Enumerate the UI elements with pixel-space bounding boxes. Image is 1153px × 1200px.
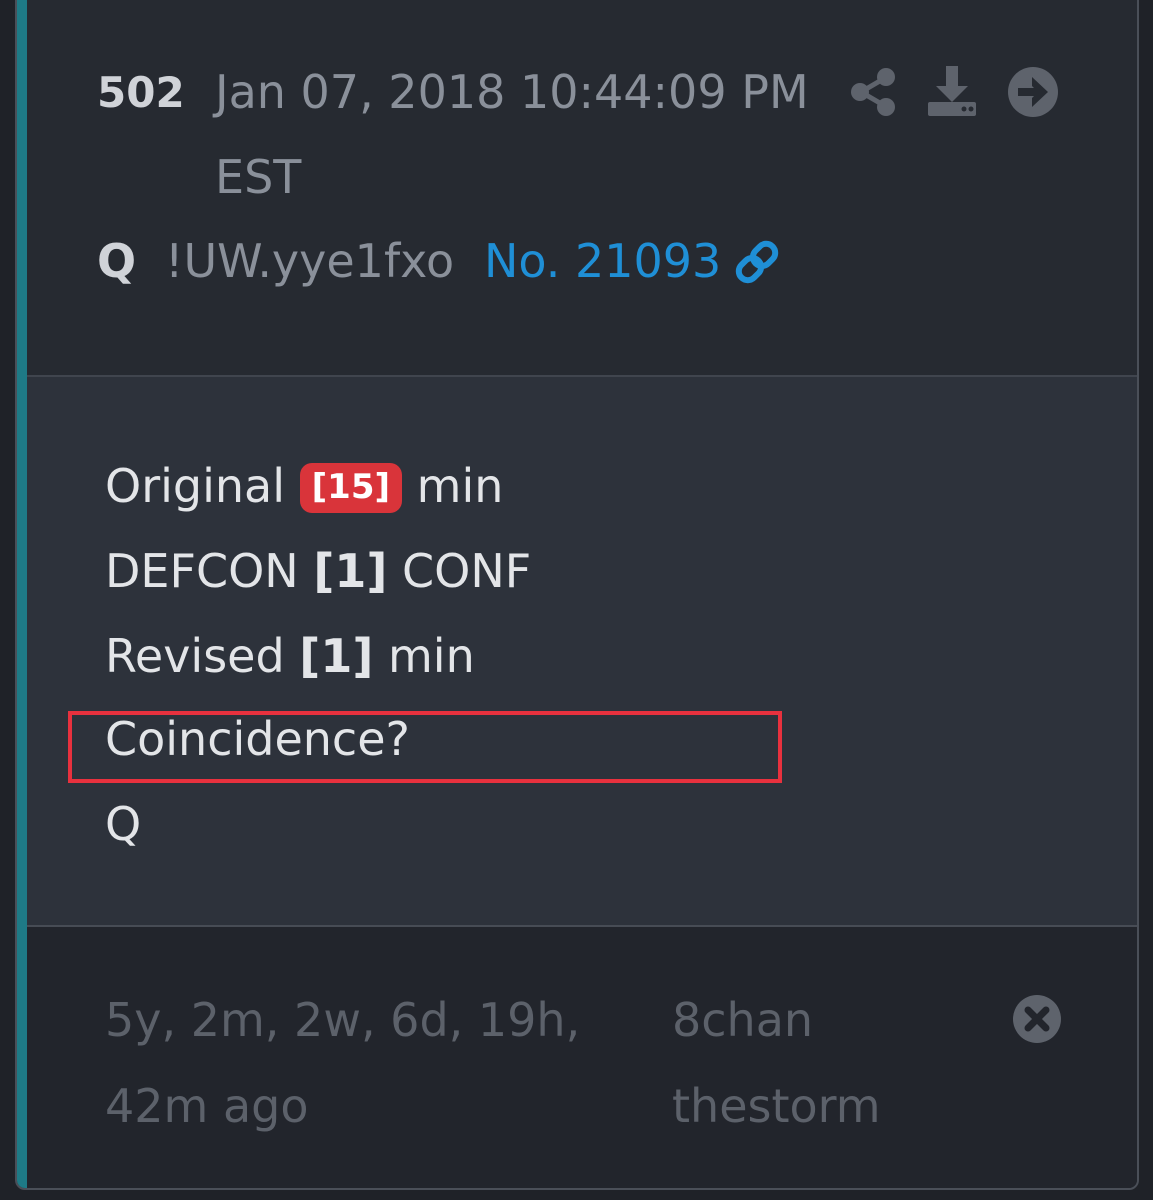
post-date: Jan 07, 2018 10:44:09 PM [215, 65, 809, 119]
post-number-link[interactable]: No. 21093 [484, 234, 721, 288]
post-body: Original [15] min DEFCON [1] CONF Revise… [27, 377, 1137, 927]
body-line-signature: Q [105, 797, 142, 851]
post-footer: 5y, 2m, 2w, 6d, 19h, 42m ago 8chan thest… [27, 927, 1137, 1188]
body-line-revised: Revised [1] min [105, 629, 475, 683]
post-timezone: EST [215, 150, 302, 204]
post-card: 502 Jan 07, 2018 10:44:09 PM EST Q !UW.y… [15, 0, 1139, 1190]
board-source: 8chan thestorm [672, 993, 881, 1133]
download-icon[interactable] [924, 64, 980, 120]
author-name: Q [97, 234, 137, 288]
body-text: CONF [387, 544, 532, 598]
accent-bar [17, 0, 27, 1188]
share-icon[interactable] [845, 64, 901, 120]
link-icon[interactable] [731, 236, 783, 288]
red-highlight-box [68, 711, 782, 783]
time-ago: 5y, 2m, 2w, 6d, 19h, 42m ago [105, 993, 581, 1133]
highlight-badge: [15] [299, 463, 403, 513]
body-line-original: Original [15] min [105, 459, 503, 513]
body-line-defcon: DEFCON [1] CONF [105, 544, 531, 598]
close-circle-icon[interactable] [1012, 994, 1062, 1044]
body-text: Revised [105, 629, 300, 683]
tripcode: !UW.yye1fxo [165, 234, 455, 288]
body-text: Original [105, 459, 300, 513]
body-bold: [1] [299, 629, 374, 683]
post-number: 502 [97, 68, 185, 117]
arrow-right-circle-icon[interactable] [1005, 64, 1061, 120]
body-text: min [402, 459, 504, 513]
body-text: min [373, 629, 475, 683]
post-header: 502 Jan 07, 2018 10:44:09 PM EST Q !UW.y… [27, 0, 1137, 377]
body-text: DEFCON [105, 544, 314, 598]
body-bold: [1] [313, 544, 388, 598]
